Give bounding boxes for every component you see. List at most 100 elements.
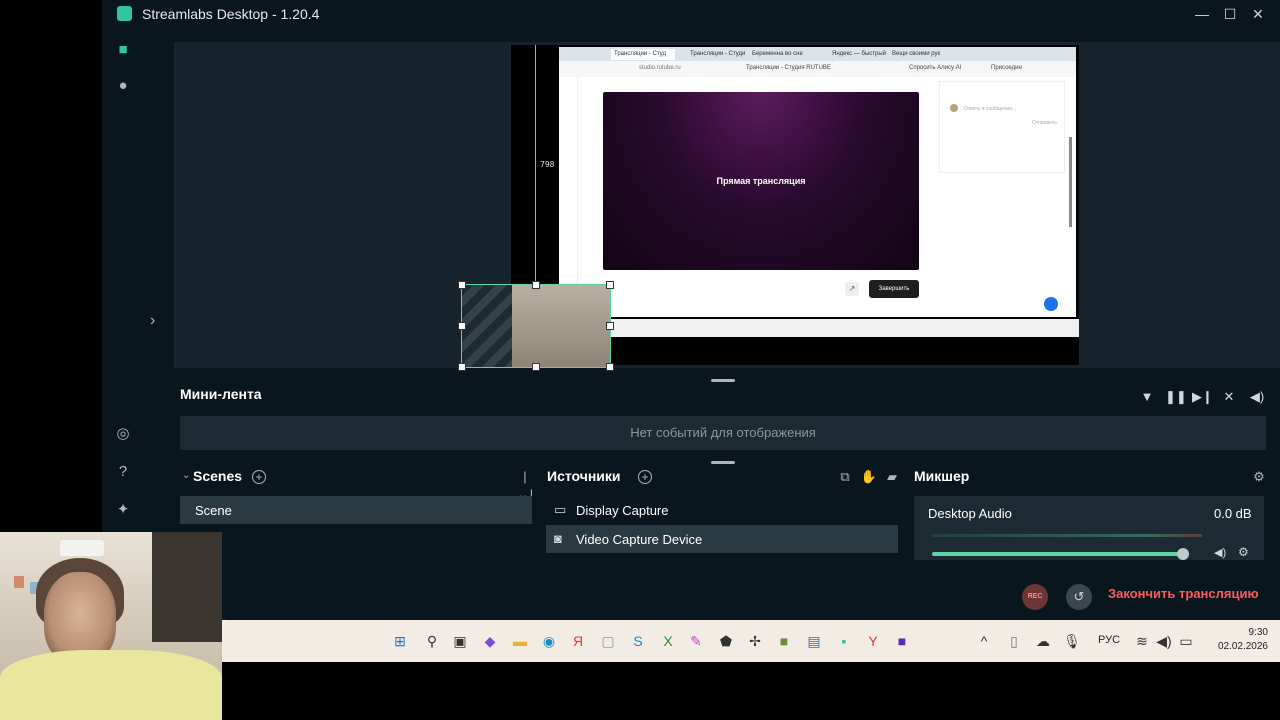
scene-label: Scene	[195, 503, 232, 518]
share-icon: ↗	[845, 282, 859, 296]
url-text: studio.rutube.ru	[639, 65, 681, 71]
resize-handle[interactable]	[532, 281, 540, 289]
app-icon[interactable]: ✎	[686, 631, 706, 651]
resize-handle[interactable]	[606, 363, 614, 371]
resize-handle[interactable]	[606, 322, 614, 330]
scene-item[interactable]: Scene	[180, 496, 532, 524]
collapse-chevron-icon[interactable]: ⌄	[182, 470, 190, 481]
volume-slider-handle[interactable]	[1176, 548, 1189, 560]
resize-handle[interactable]	[532, 363, 540, 371]
wall-sticker	[14, 576, 24, 588]
streamlabs-window: Streamlabs Desktop - 1.20.4 — ☐ ✕ ■ ● ◎ …	[102, 0, 1280, 632]
scrollbar	[1069, 137, 1072, 227]
app-icon[interactable]: ✢	[745, 631, 765, 651]
record-icon[interactable]: ●	[113, 76, 133, 96]
excel-icon[interactable]: X	[658, 631, 678, 651]
browser-tab: Вещи своими рук	[892, 51, 941, 57]
resize-handle[interactable]	[458, 363, 466, 371]
yandex-browser-icon[interactable]: Y	[863, 631, 883, 651]
tray-chevron-icon[interactable]: ^	[974, 631, 994, 651]
app-icon[interactable]: ■	[892, 631, 912, 651]
streamlabs-taskbar-icon[interactable]: ▪	[834, 631, 854, 651]
studio-icon[interactable]: ■	[113, 40, 133, 60]
onedrive-icon[interactable]: ☁	[1033, 631, 1053, 651]
guide-line	[535, 45, 536, 285]
minimize-button[interactable]: —	[1192, 4, 1212, 24]
channel-settings-icon[interactable]: ⚙	[1238, 545, 1249, 559]
end-stream-button[interactable]: Закончить трансляцию	[1108, 586, 1259, 601]
app-icon[interactable]: ⬟	[716, 631, 736, 651]
source-item[interactable]: ◙ Video Capture Device	[546, 525, 898, 553]
resize-grip[interactable]	[711, 379, 735, 382]
microphone-icon[interactable]: 🎙	[1062, 631, 1082, 651]
search-icon[interactable]: ⚲	[422, 631, 442, 651]
browser-tab: Трансляции - Студи	[690, 51, 745, 57]
close-button[interactable]: ✕	[1248, 4, 1268, 24]
channel-name: Desktop Audio	[928, 506, 1012, 521]
source-label: Video Capture Device	[576, 532, 703, 547]
help-icon[interactable]: ?	[113, 462, 133, 482]
app-icon[interactable]: ▤	[804, 631, 824, 651]
player-label: Прямая трансляция	[716, 176, 806, 186]
volume-icon[interactable]: ◀)	[1248, 388, 1266, 406]
clock[interactable]: 9:30 02.02.2026	[1208, 626, 1268, 654]
themes-icon[interactable]: ◎	[113, 424, 133, 444]
volume-icon[interactable]: ◀)	[1154, 631, 1174, 651]
chat-send: Отправить	[1032, 120, 1057, 126]
mute-alerts-icon[interactable]: ✕	[1220, 388, 1238, 406]
ask-alice-label: Спросить Алису AI	[909, 65, 962, 71]
add-scene-icon[interactable]: +	[252, 470, 266, 484]
volume-slider[interactable]	[932, 552, 1188, 556]
speaker-icon[interactable]: ◀)	[1214, 546, 1226, 559]
wifi-icon[interactable]: ≋	[1132, 631, 1152, 651]
resize-handle[interactable]	[458, 281, 466, 289]
webcam-icon: ◙	[554, 531, 562, 546]
teams-icon[interactable]: ◆	[480, 631, 500, 651]
app-icon[interactable]: ■	[774, 631, 794, 651]
battery-icon[interactable]: ▭	[1176, 631, 1196, 651]
title-bar: Streamlabs Desktop - 1.20.4 — ☐ ✕	[102, 0, 1280, 28]
edge-icon[interactable]: ◉	[539, 631, 559, 651]
stream-player: Прямая трансляция	[603, 92, 919, 270]
mixer-settings-icon[interactable]: ⚙	[1250, 468, 1268, 486]
preview-canvas[interactable]: 798 px Трансляции - Студ Трансляции - Ст…	[458, 45, 1079, 371]
app-logo-icon	[117, 6, 132, 21]
webcam-source-selection[interactable]	[458, 281, 614, 371]
yandex-icon[interactable]: Я	[568, 631, 588, 651]
skype-icon[interactable]: S	[628, 631, 648, 651]
mixer-title: Микшер	[914, 468, 970, 484]
filter-icon[interactable]: ▼	[1138, 388, 1156, 406]
record-button[interactable]: REC	[1022, 584, 1048, 610]
skip-icon[interactable]: ▶❙	[1192, 388, 1213, 406]
pause-icon[interactable]: ❚❚	[1165, 388, 1187, 406]
app-icon[interactable]: ▢	[598, 631, 618, 651]
task-view-icon[interactable]: ▣	[450, 631, 470, 651]
maximize-button[interactable]: ☐	[1220, 4, 1240, 24]
windows-taskbar: 0° ⊞ ⚲ ▣ ◆ ▬ ◉ Я ▢ S X ✎ ⬟ ✢ ■ ▤ ▪ Y ■ ^…	[102, 620, 1280, 662]
expand-chevron-icon[interactable]: ›	[150, 312, 155, 330]
browser-tab: Беременна во сне	[752, 51, 803, 57]
file-explorer-icon[interactable]: ▬	[510, 631, 530, 651]
add-source-icon[interactable]: +	[638, 470, 652, 484]
replay-buffer-icon[interactable]: ↺	[1066, 584, 1092, 610]
resize-handle[interactable]	[606, 281, 614, 289]
scene-transitions-icon[interactable]: |↔|	[516, 468, 534, 502]
effects-icon[interactable]: ✦	[113, 500, 133, 520]
browser-tabs: Трансляции - Студ Трансляции - Студи Бер…	[559, 47, 1076, 61]
source-layout-icon[interactable]: ⧉	[836, 468, 854, 486]
webcam-source-thumb	[512, 285, 610, 367]
source-audio-icon[interactable]: ✋	[860, 468, 878, 486]
minifeed-box: Нет событий для отображения	[180, 416, 1266, 450]
source-item[interactable]: ▭ Display Capture	[546, 496, 898, 524]
add-folder-icon[interactable]: ▰	[883, 468, 901, 486]
language-indicator[interactable]: РУС	[1098, 634, 1120, 646]
resize-handle[interactable]	[458, 322, 466, 330]
minifeed-empty-text: Нет событий для отображения	[630, 425, 816, 440]
finish-button: Завершить	[869, 280, 919, 298]
start-icon[interactable]: ⊞	[390, 631, 410, 651]
support-fab-icon	[1044, 297, 1058, 311]
page-title: Трансляции - Студия RUTUBE	[746, 65, 831, 71]
person-shirt	[0, 650, 222, 720]
tray-icon[interactable]: ▯	[1004, 631, 1024, 651]
resize-grip[interactable]	[711, 461, 735, 464]
